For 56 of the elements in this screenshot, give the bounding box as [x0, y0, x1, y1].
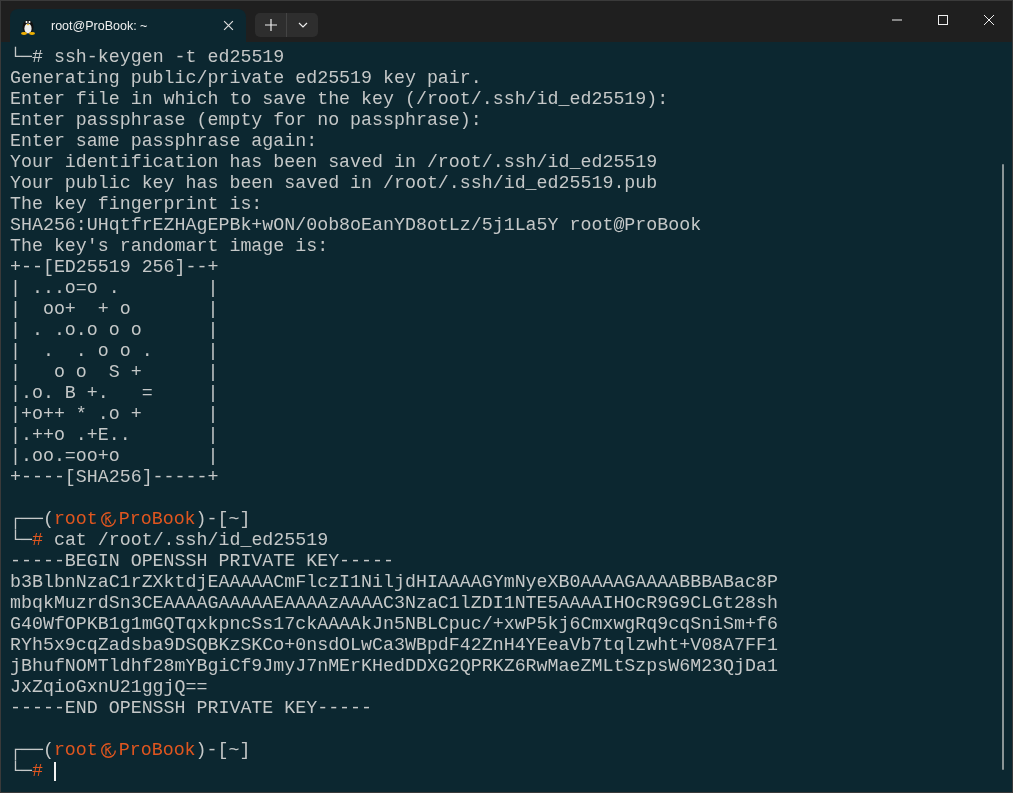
output-line: | . .o.o o o | [10, 320, 219, 341]
output-line: +----[SHA256]-----+ [10, 467, 219, 488]
output-line: -----BEGIN OPENSSH PRIVATE KEY----- [10, 551, 394, 572]
tab-dropdown-button[interactable] [287, 13, 318, 37]
maximize-icon [938, 14, 948, 25]
close-icon [984, 14, 994, 25]
prompt-host: ProBook [118, 740, 196, 761]
output-line: Your public key has been saved in /root/.ssh/id_ed25519.pub [10, 173, 658, 194]
output-line: |+o++ * .o + | [10, 404, 219, 425]
output-line: |.++o .+E.. | [10, 425, 219, 446]
prompt-corner: └─ [10, 47, 32, 68]
prompt-frame: ┌──( [10, 740, 54, 761]
output-line: The key fingerprint is: [10, 194, 263, 215]
output-line: G40WfOPKB1g1mGQTqxkpncSs17ckAAAAkJn5NBLCpuc/+xwP5kj6CmxwgRq9cqSniSm+f6 [10, 614, 778, 635]
output-line: Enter same passphrase again: [10, 131, 318, 152]
circled-k-icon [99, 511, 117, 528]
output-line: | . . o o . | [10, 341, 219, 362]
close-icon[interactable] [223, 20, 234, 31]
prompt-corner: └─ [10, 761, 32, 782]
prompt-frame: ┌──( [10, 509, 54, 530]
output-line: Enter file in which to save the key (/root/.ssh/id_ed25519): [10, 89, 669, 110]
prompt-corner: └─ [10, 530, 32, 551]
output-line: jBhufNOMTldhf28mYBgiCf9JmyJ7nMErKHedDDXG2QPRKZ6RwMaeZMLtSzpsW6M23QjDa1 [10, 656, 778, 677]
scrollbar[interactable] [1002, 164, 1004, 770]
output-line: +--[ED25519 256]--+ [10, 257, 219, 278]
output-line: | o o S + | [10, 362, 219, 383]
output-line: mbqkMuzrdSn3CEAAAAGAAAAAEAAAAzAAAAC3NzaC1lZDI1NTE5AAAAIHOcR9G9CLGt28sh [10, 593, 778, 614]
prompt-symbol: # [31, 761, 43, 782]
prompt-symbol: # [31, 47, 43, 68]
output-line: b3BlbnNzaC1rZXktdjEAAAAACmFlczI1NiljdHIAAAAGYmNyeXB0AAAAGAAAABBBABac8P [10, 572, 778, 593]
prompt-symbol: # [31, 530, 43, 551]
tab-title: root@ProBook: ~ [51, 18, 149, 33]
output-line: Your identification has been saved in /root/.ssh/id_ed25519 [10, 152, 658, 173]
command-text: ssh-keygen -t ed25519 [52, 47, 285, 68]
chevron-down-icon [297, 22, 308, 28]
output-line: |.o. B +. = | [10, 383, 219, 404]
prompt-user: root [53, 740, 98, 761]
circled-k-icon [99, 742, 117, 759]
prompt-frame: )-[~] [195, 740, 251, 761]
output-line: | ...o=o . | [10, 278, 219, 299]
output-line: |.oo.=oo+o | [10, 446, 219, 467]
output-line: | oo+ + o | [10, 299, 219, 320]
prompt-host: ProBook [118, 509, 196, 530]
new-tab-button[interactable] [255, 13, 286, 37]
prompt-user: root [53, 509, 98, 530]
plus-icon [264, 19, 277, 31]
output-line: JxZqioGxnU21ggjQ== [10, 677, 208, 698]
terminal-tab[interactable]: root@ProBook: ~ [10, 9, 246, 42]
output-line: Enter passphrase (empty for no passphrase): [10, 110, 482, 131]
output-line: -----END OPENSSH PRIVATE KEY----- [10, 698, 373, 719]
output-line: The key's randomart image is: [10, 236, 329, 257]
output-line: Generating public/private ed25519 key pair. [10, 68, 482, 89]
output-line: SHA256:UHqtfrEZHAgEPBk+wON/0ob8oEanYD8otLz/5j1La5Y root@ProBook [10, 215, 702, 236]
command-text: cat /root/.ssh/id_ed25519 [52, 530, 329, 551]
prompt-frame: )-[~] [195, 509, 251, 530]
output-line: RYh5x9cqZadsba9DSQBKzSKCo+0nsdOLwCa3WBpdF42ZnH4YEeaVb7tqlzwht+V08A7FF1 [10, 635, 778, 656]
